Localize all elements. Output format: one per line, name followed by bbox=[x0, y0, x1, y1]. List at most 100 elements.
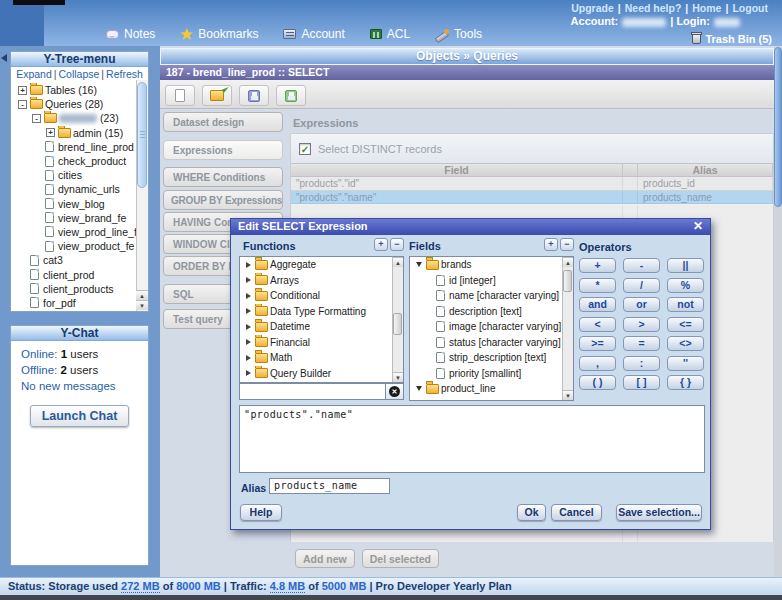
tree-item[interactable]: client_prod bbox=[11, 267, 136, 281]
operator-button[interactable]: < bbox=[579, 317, 616, 332]
add-new-button[interactable]: Add new bbox=[295, 549, 355, 568]
field-item[interactable]: status [character varying] bbox=[410, 335, 573, 351]
tree-item[interactable]: check_product bbox=[11, 154, 136, 168]
expand-toggle-icon[interactable]: + bbox=[18, 86, 27, 95]
field-item[interactable]: priority [smallint] bbox=[410, 366, 573, 382]
function-folder[interactable]: Query Builder bbox=[240, 366, 403, 382]
functions-scrollbar[interactable]: ▲ ▼ bbox=[392, 257, 403, 382]
scroll-up-button[interactable]: ▲ bbox=[393, 257, 403, 267]
operator-button[interactable]: ( ) bbox=[579, 375, 616, 390]
scroll-up-button[interactable]: ▲ bbox=[136, 290, 148, 300]
nav-dataset-design[interactable]: Dataset design bbox=[163, 112, 283, 132]
operator-button[interactable]: { } bbox=[667, 375, 704, 390]
tree-item[interactable]: cities bbox=[11, 168, 136, 182]
alias-input[interactable]: products_name bbox=[269, 478, 390, 494]
field-table-folder[interactable]: brands bbox=[410, 257, 573, 273]
scroll-up-button[interactable]: ▲ bbox=[563, 257, 573, 267]
toolbar-bookmarks[interactable]: Bookmarks bbox=[180, 27, 258, 41]
help-button[interactable]: Help bbox=[240, 504, 282, 521]
toolbar-tools[interactable]: Tools bbox=[435, 27, 482, 41]
tree-item[interactable]: view_blog bbox=[11, 197, 136, 211]
main-scrollbar-thumb[interactable] bbox=[774, 47, 782, 207]
operator-button[interactable]: / bbox=[623, 278, 660, 293]
header-link-logout[interactable]: Logout bbox=[732, 2, 768, 14]
save-selection-button[interactable]: Save selection... bbox=[616, 504, 702, 521]
new-file-button[interactable] bbox=[165, 85, 195, 106]
tree-action-refresh[interactable]: Refresh bbox=[106, 68, 143, 80]
operator-button[interactable]: = bbox=[623, 336, 660, 351]
close-icon[interactable]: ✕ bbox=[693, 219, 703, 235]
distinct-checkbox[interactable]: ✓ bbox=[299, 143, 311, 155]
ok-button[interactable]: Ok bbox=[517, 504, 546, 521]
open-folder-button[interactable] bbox=[202, 85, 232, 106]
operator-button[interactable]: [ ] bbox=[623, 375, 660, 390]
header-link-need-help-[interactable]: Need help? bbox=[625, 2, 682, 14]
tree-item[interactable]: -Queries (28) bbox=[11, 97, 136, 111]
del-selected-button[interactable]: Del selected bbox=[362, 549, 439, 568]
tree-item[interactable]: +Tables (16) bbox=[11, 83, 136, 97]
functions-search-input[interactable] bbox=[239, 383, 385, 400]
table-row[interactable]: "products"."name"products_name bbox=[291, 191, 773, 205]
save-blue-button[interactable] bbox=[239, 85, 269, 106]
operator-button[interactable]: not bbox=[667, 297, 704, 312]
fields-scrollbar[interactable]: ▲ ▼ bbox=[562, 257, 573, 400]
function-folder[interactable]: Conditional bbox=[240, 288, 403, 304]
tree-item[interactable]: view_prod_line_fe bbox=[11, 225, 136, 239]
nav-expressions[interactable]: Expressions bbox=[163, 140, 283, 160]
table-row[interactable]: "products"."id"products_id bbox=[291, 177, 773, 191]
operator-button[interactable]: * bbox=[579, 278, 616, 293]
function-folder[interactable]: Datetime bbox=[240, 319, 403, 335]
tree-item[interactable]: cat3 bbox=[11, 253, 136, 267]
function-folder[interactable]: Arrays bbox=[240, 273, 403, 289]
field-item[interactable]: id [integer] bbox=[410, 273, 573, 289]
nav-group-by-expressions[interactable]: GROUP BY Expressions bbox=[163, 190, 283, 210]
fields-collapse-button[interactable]: − bbox=[560, 238, 574, 251]
tree-item[interactable]: +admin (15) bbox=[11, 126, 136, 140]
operator-button[interactable]: '' bbox=[667, 356, 704, 371]
field-column-header[interactable]: Field bbox=[291, 164, 623, 176]
operator-button[interactable]: <= bbox=[667, 317, 704, 332]
expression-textarea[interactable]: "products"."name" bbox=[239, 405, 705, 473]
sidebar-collapse-arrow[interactable] bbox=[1, 54, 7, 62]
operator-button[interactable]: and bbox=[579, 297, 616, 312]
fields-expand-button[interactable]: + bbox=[544, 238, 558, 251]
operator-button[interactable]: >= bbox=[579, 336, 616, 351]
scroll-down-button[interactable]: ▼ bbox=[393, 372, 403, 382]
search-clear-button[interactable]: ✕ bbox=[385, 383, 404, 400]
tree-item[interactable]: client_products bbox=[11, 282, 136, 296]
operator-button[interactable]: - bbox=[623, 258, 660, 273]
tree-action-expand[interactable]: Expand bbox=[16, 68, 52, 80]
operator-button[interactable]: % bbox=[667, 278, 704, 293]
tree-item[interactable]: dynamic_urls bbox=[11, 182, 136, 196]
cancel-button[interactable]: Cancel bbox=[551, 504, 602, 521]
operator-button[interactable]: || bbox=[667, 258, 704, 273]
toolbar-account[interactable]: Account bbox=[283, 27, 344, 41]
tree-action-collapse[interactable]: Collapse bbox=[59, 68, 100, 80]
save-green-button[interactable] bbox=[276, 85, 306, 106]
function-folder[interactable]: Math bbox=[240, 350, 403, 366]
tree-scrollbar-thumb[interactable] bbox=[137, 82, 147, 188]
function-folder[interactable]: Financial bbox=[240, 335, 403, 351]
tree-item[interactable]: view_brand_fe bbox=[11, 211, 136, 225]
trash-bin-link[interactable]: Trash Bin (5) bbox=[692, 33, 772, 45]
functions-expand-button[interactable]: + bbox=[374, 238, 388, 251]
nav-where-conditions[interactable]: WHERE Conditions bbox=[163, 167, 283, 187]
tree-item[interactable]: -(23) bbox=[11, 111, 136, 125]
tree-item[interactable]: for_pdf bbox=[11, 296, 136, 310]
field-item[interactable]: description [text] bbox=[410, 304, 573, 320]
field-item[interactable]: image [character varying] bbox=[410, 319, 573, 335]
operator-button[interactable]: + bbox=[579, 258, 616, 273]
tree-scrollbar[interactable]: ▲ ▼ bbox=[136, 80, 148, 311]
main-scrollbar[interactable] bbox=[774, 46, 782, 577]
header-link-home[interactable]: Home bbox=[692, 2, 721, 14]
scroll-down-button[interactable]: ▼ bbox=[563, 390, 573, 400]
launch-chat-button[interactable]: Launch Chat bbox=[30, 405, 130, 427]
tree-item[interactable]: brend_line_prod bbox=[11, 140, 136, 154]
functions-collapse-button[interactable]: − bbox=[390, 238, 404, 251]
operator-button[interactable]: , bbox=[579, 356, 616, 371]
operator-button[interactable]: > bbox=[623, 317, 660, 332]
field-item[interactable]: name [character varying] bbox=[410, 288, 573, 304]
collapse-toggle-icon[interactable]: - bbox=[32, 114, 41, 123]
field-table-folder[interactable]: product_line bbox=[410, 381, 573, 397]
tree-item[interactable]: view_product_fe bbox=[11, 239, 136, 253]
